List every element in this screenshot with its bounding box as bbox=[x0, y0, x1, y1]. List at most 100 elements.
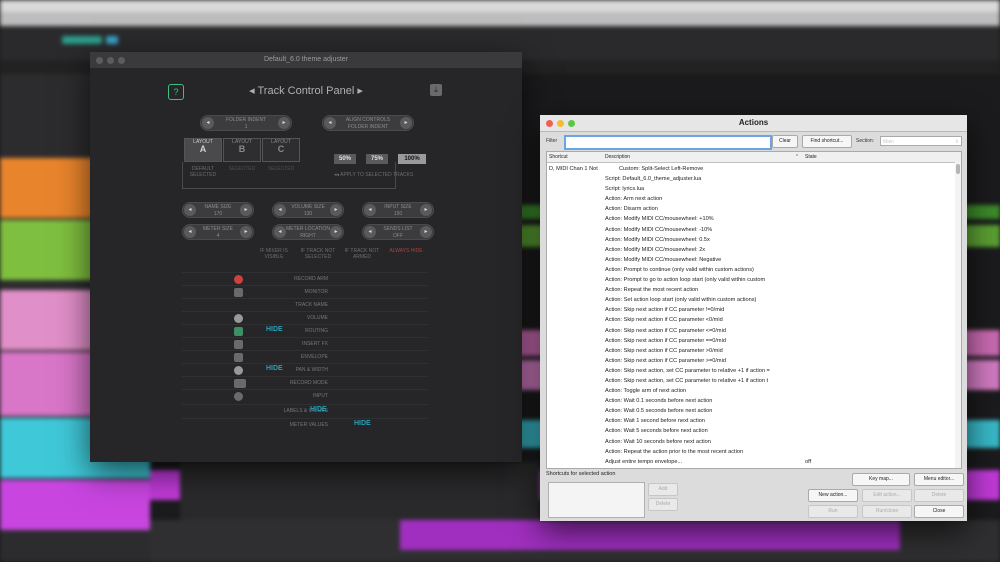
folder-indent-control[interactable]: ◂ FOLDER INDENT 1 ▸ bbox=[200, 115, 292, 131]
row-record-arm[interactable]: RECORD ARM bbox=[182, 272, 428, 285]
action-row[interactable]: Action: Modify MIDI CC/mousewheel: 0.5x bbox=[547, 235, 959, 245]
name-size-control[interactable]: ◂ NAME SIZE 170 ▸ bbox=[182, 202, 254, 218]
action-row[interactable]: Action: Arm next action bbox=[547, 194, 959, 204]
download-icon[interactable]: ⤓ bbox=[430, 84, 442, 96]
row-volume[interactable]: VOLUME bbox=[182, 311, 428, 324]
panel-selector[interactable]: ◂ Track Control Panel ▸ bbox=[240, 84, 372, 97]
action-row[interactable]: Action: Wait 0.1 seconds before next act… bbox=[547, 396, 959, 406]
increase-arrow-icon[interactable]: ▸ bbox=[420, 204, 432, 216]
new-action-button[interactable]: New action... bbox=[808, 489, 858, 502]
decrease-arrow-icon[interactable]: ◂ bbox=[364, 226, 376, 238]
sends-list-control[interactable]: ◂ SENDS LIST OFF ▸ bbox=[362, 224, 434, 240]
action-row[interactable]: Action: Prompt to go to action loop star… bbox=[547, 275, 959, 285]
menu-editor-button[interactable]: Menu editor... bbox=[914, 473, 964, 486]
scale-75-button[interactable]: 75% bbox=[366, 154, 388, 164]
decrease-arrow-icon[interactable]: ◂ bbox=[184, 204, 196, 216]
decrease-arrow-icon[interactable]: ◂ bbox=[364, 204, 376, 216]
action-row[interactable]: D, MIDI Chan 1 Not Custom: Split-Select L… bbox=[547, 164, 959, 174]
action-row[interactable]: Action: Disarm action bbox=[547, 204, 959, 214]
action-row[interactable]: Action: Wait 10 seconds before next acti… bbox=[547, 437, 959, 447]
scale-50-button[interactable]: 50% bbox=[334, 154, 356, 164]
actions-list[interactable]: Shortcut Description ⌃ State D, MIDI Cha… bbox=[546, 151, 962, 469]
decrease-arrow-icon[interactable]: ◂ bbox=[202, 117, 214, 129]
add-shortcut-button[interactable]: Add bbox=[648, 483, 678, 496]
hide-indicator[interactable]: HIDE bbox=[266, 365, 283, 372]
action-row[interactable]: Action: Modify MIDI CC/mousewheel: 2x bbox=[547, 245, 959, 255]
vertical-scrollbar[interactable] bbox=[955, 162, 961, 468]
row-track-name[interactable]: TRACK NAME bbox=[182, 298, 428, 311]
decrease-arrow-icon[interactable]: ◂ bbox=[184, 226, 196, 238]
decrease-arrow-icon[interactable]: ◂ bbox=[274, 226, 286, 238]
minimize-window-button[interactable] bbox=[107, 57, 114, 64]
row-record-mode[interactable]: RECORD MODE bbox=[182, 376, 428, 389]
action-row[interactable]: Action: Set action loop start (only vali… bbox=[547, 295, 959, 305]
hide-indicator[interactable]: HIDE bbox=[310, 406, 327, 413]
help-icon[interactable]: ? bbox=[168, 84, 184, 100]
delete-shortcut-button[interactable]: Delete bbox=[648, 498, 678, 511]
filter-input[interactable] bbox=[564, 135, 772, 150]
input-size-control[interactable]: ◂ INPUT SIZE 150 ▸ bbox=[362, 202, 434, 218]
minimize-window-button[interactable] bbox=[557, 120, 564, 127]
run-button[interactable]: Run bbox=[808, 505, 858, 518]
hide-indicator[interactable]: HIDE bbox=[354, 420, 371, 427]
action-row[interactable]: Action: Modify MIDI CC/mousewheel: Negat… bbox=[547, 255, 959, 265]
column-description[interactable]: Description bbox=[605, 154, 630, 160]
action-row[interactable]: Action: Repeat the most recent action bbox=[547, 285, 959, 295]
action-row[interactable]: Action: Skip next action if CC parameter… bbox=[547, 336, 959, 346]
prev-panel-arrow-icon[interactable]: ◂ bbox=[249, 85, 255, 97]
column-shortcut[interactable]: Shortcut bbox=[549, 154, 568, 160]
row-monitor[interactable]: MONITOR bbox=[182, 285, 428, 298]
decrease-arrow-icon[interactable]: ◂ bbox=[274, 204, 286, 216]
align-controls-control[interactable]: ◂ ALIGN CONTROLS FOLDER INDENT ▸ bbox=[322, 115, 414, 131]
action-row[interactable]: Action: Skip next action if CC parameter… bbox=[547, 346, 959, 356]
edit-action-button[interactable]: Edit action... bbox=[862, 489, 912, 502]
action-row[interactable]: Script: Default_6.0_theme_adjuster.lua bbox=[547, 174, 959, 184]
run-close-button[interactable]: Run/close bbox=[862, 505, 912, 518]
column-state[interactable]: State bbox=[805, 154, 817, 160]
increase-arrow-icon[interactable]: ▸ bbox=[240, 204, 252, 216]
close-button[interactable]: Close bbox=[914, 505, 964, 518]
delete-action-button[interactable]: Delete bbox=[914, 489, 964, 502]
action-row[interactable]: Action: Wait 1 second before next action bbox=[547, 416, 959, 426]
action-row[interactable]: Action: Prompt to continue (only valid w… bbox=[547, 265, 959, 275]
increase-arrow-icon[interactable]: ▸ bbox=[420, 226, 432, 238]
meter-location-control[interactable]: ◂ METER LOCATION RIGHT ▸ bbox=[272, 224, 344, 240]
action-row[interactable]: Action: Skip next action if CC parameter… bbox=[547, 305, 959, 315]
row-envelope[interactable]: ENVELOPE bbox=[182, 350, 428, 363]
increase-arrow-icon[interactable]: ▸ bbox=[278, 117, 290, 129]
increase-arrow-icon[interactable]: ▸ bbox=[330, 204, 342, 216]
row-meter-values[interactable]: METER VALUES HIDE bbox=[182, 418, 428, 431]
next-panel-arrow-icon[interactable]: ▸ bbox=[357, 85, 363, 97]
scale-100-button[interactable]: 100% bbox=[398, 154, 426, 164]
action-row[interactable]: Action: Skip next action if CC parameter… bbox=[547, 326, 959, 336]
action-row[interactable]: Action: Skip next action if CC parameter… bbox=[547, 356, 959, 366]
action-row[interactable]: Adjust entire tempo envelope... off bbox=[547, 457, 959, 467]
action-row[interactable]: Action: Skip next action, set CC paramet… bbox=[547, 366, 959, 376]
layout-tab-c[interactable]: LAYOUT C bbox=[262, 138, 300, 162]
shortcuts-list[interactable] bbox=[548, 482, 645, 518]
zoom-window-button[interactable] bbox=[568, 120, 575, 127]
close-window-button[interactable] bbox=[96, 57, 103, 64]
scrollbar-thumb[interactable] bbox=[956, 164, 960, 174]
clear-button[interactable]: Clear bbox=[772, 135, 798, 148]
layout-tab-a[interactable]: LAYOUT A bbox=[184, 138, 222, 162]
action-row[interactable]: Action: Modify MIDI CC/mousewheel: +10% bbox=[547, 214, 959, 224]
row-pan-width[interactable]: PAN & WIDTH HIDE bbox=[182, 363, 428, 376]
action-row[interactable]: Action: Wait 0.5 seconds before next act… bbox=[547, 406, 959, 416]
action-row[interactable]: Action: Repeat the action prior to the m… bbox=[547, 447, 959, 457]
action-row[interactable]: Script: lyrics.lua bbox=[547, 184, 959, 194]
layout-tab-b[interactable]: LAYOUT B bbox=[223, 138, 261, 162]
apply-to-selected-tracks[interactable]: ◂◂ APPLY TO SELECTED TRACKS bbox=[334, 172, 434, 178]
action-row[interactable]: Action: Skip next action if CC parameter… bbox=[547, 315, 959, 325]
action-row[interactable]: Action: Toggle arm of next action bbox=[547, 386, 959, 396]
increase-arrow-icon[interactable]: ▸ bbox=[330, 226, 342, 238]
close-window-button[interactable] bbox=[546, 120, 553, 127]
find-shortcut-button[interactable]: Find shortcut... bbox=[802, 135, 852, 148]
action-row[interactable]: Action: Skip next action, set CC paramet… bbox=[547, 376, 959, 386]
hide-indicator[interactable]: HIDE bbox=[266, 326, 283, 333]
row-input[interactable]: INPUT bbox=[182, 389, 428, 402]
zoom-window-button[interactable] bbox=[118, 57, 125, 64]
meter-size-control[interactable]: ◂ METER SIZE 4 ▸ bbox=[182, 224, 254, 240]
key-map-button[interactable]: Key map... bbox=[852, 473, 910, 486]
action-row[interactable]: Action: Wait 5 seconds before next actio… bbox=[547, 426, 959, 436]
